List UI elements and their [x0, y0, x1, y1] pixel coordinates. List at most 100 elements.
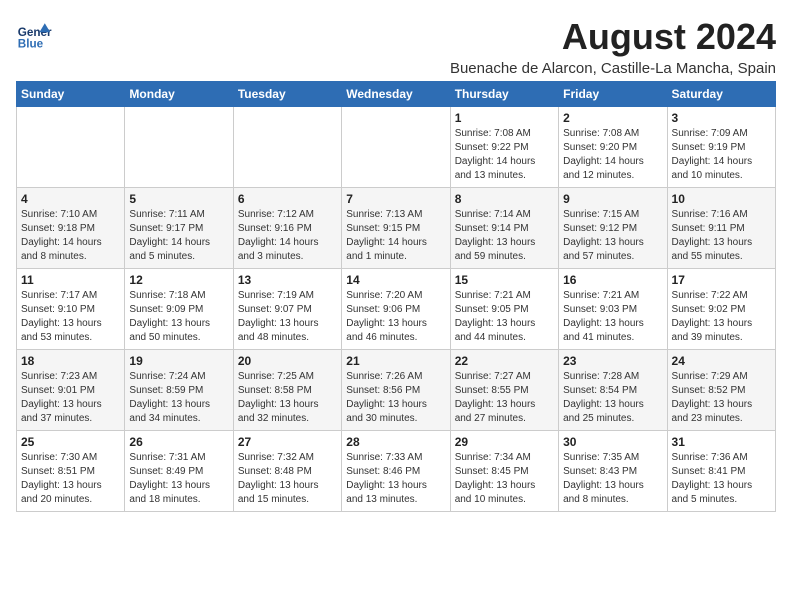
day-number: 18	[21, 354, 120, 368]
calendar-day-10: 10 Sunrise: 7:16 AMSunset: 9:11 PMDayligh…	[667, 188, 775, 269]
day-number: 12	[129, 273, 228, 287]
day-info: Sunrise: 7:36 AMSunset: 8:41 PMDaylight:…	[672, 451, 771, 507]
calendar-day-3: 3 Sunrise: 7:09 AMSunset: 9:19 PMDaylight…	[667, 107, 775, 188]
calendar-day-1: 1 Sunrise: 7:08 AMSunset: 9:22 PMDaylight…	[450, 107, 558, 188]
day-info: Sunrise: 7:08 AMSunset: 9:20 PMDaylight:…	[563, 127, 662, 183]
day-info: Sunrise: 7:34 AMSunset: 8:45 PMDaylight:…	[455, 451, 554, 507]
calendar-day-27: 27 Sunrise: 7:32 AMSunset: 8:48 PMDayligh…	[233, 431, 341, 512]
day-info: Sunrise: 7:26 AMSunset: 8:56 PMDaylight:…	[346, 370, 445, 426]
calendar-day-28: 28 Sunrise: 7:33 AMSunset: 8:46 PMDayligh…	[342, 431, 450, 512]
day-info: Sunrise: 7:27 AMSunset: 8:55 PMDaylight:…	[455, 370, 554, 426]
day-number: 2	[563, 111, 662, 125]
calendar-empty-cell	[17, 107, 125, 188]
page-header: General Blue August 2024 Buenache de Ala…	[16, 16, 776, 77]
weekday-header-friday: Friday	[559, 82, 667, 107]
day-number: 3	[672, 111, 771, 125]
day-number: 13	[238, 273, 337, 287]
day-info: Sunrise: 7:13 AMSunset: 9:15 PMDaylight:…	[346, 208, 445, 264]
weekday-header-sunday: Sunday	[17, 82, 125, 107]
calendar-week-row: 11Sunrise: 7:17 AMSunset: 9:10 PMDayligh…	[17, 269, 776, 350]
day-info: Sunrise: 7:18 AMSunset: 9:09 PMDaylight:…	[129, 289, 228, 345]
weekday-header-tuesday: Tuesday	[233, 82, 341, 107]
calendar-day-30: 30Sunrise: 7:35 AMSunset: 8:43 PMDayligh…	[559, 431, 667, 512]
day-info: Sunrise: 7:24 AMSunset: 8:59 PMDaylight:…	[129, 370, 228, 426]
day-info: Sunrise: 7:20 AMSunset: 9:06 PMDaylight:…	[346, 289, 445, 345]
day-number: 21	[346, 354, 445, 368]
calendar-day-13: 13 Sunrise: 7:19 AMSunset: 9:07 PMDayligh…	[233, 269, 341, 350]
calendar-day-20: 20 Sunrise: 7:25 AMSunset: 8:58 PMDayligh…	[233, 350, 341, 431]
day-number: 26	[129, 435, 228, 449]
day-info: Sunrise: 7:29 AMSunset: 8:52 PMDaylight:…	[672, 370, 771, 426]
day-number: 14	[346, 273, 445, 287]
location-subtitle: Buenache de Alarcon, Castille-La Mancha,…	[450, 60, 776, 77]
day-number: 27	[238, 435, 337, 449]
calendar-week-row: 4 Sunrise: 7:10 AMSunset: 9:18 PMDaylight…	[17, 188, 776, 269]
calendar-day-5: 5 Sunrise: 7:11 AMSunset: 9:17 PMDaylight…	[125, 188, 233, 269]
calendar-table: SundayMondayTuesdayWednesdayThursdayFrid…	[16, 81, 776, 512]
day-number: 7	[346, 192, 445, 206]
day-number: 1	[455, 111, 554, 125]
calendar-day-19: 19Sunrise: 7:24 AMSunset: 8:59 PMDayligh…	[125, 350, 233, 431]
calendar-day-4: 4 Sunrise: 7:10 AMSunset: 9:18 PMDaylight…	[17, 188, 125, 269]
calendar-day-18: 18 Sunrise: 7:23 AMSunset: 9:01 PMDayligh…	[17, 350, 125, 431]
month-title: August 2024	[450, 16, 776, 58]
calendar-day-31: 31 Sunrise: 7:36 AMSunset: 8:41 PMDayligh…	[667, 431, 775, 512]
day-number: 8	[455, 192, 554, 206]
day-info: Sunrise: 7:17 AMSunset: 9:10 PMDaylight:…	[21, 289, 120, 345]
day-number: 20	[238, 354, 337, 368]
calendar-day-22: 22 Sunrise: 7:27 AMSunset: 8:55 PMDayligh…	[450, 350, 558, 431]
calendar-day-12: 12 Sunrise: 7:18 AMSunset: 9:09 PMDayligh…	[125, 269, 233, 350]
day-info: Sunrise: 7:11 AMSunset: 9:17 PMDaylight:…	[129, 208, 228, 264]
day-number: 4	[21, 192, 120, 206]
logo-icon: General Blue	[16, 16, 52, 52]
calendar-day-8: 8Sunrise: 7:14 AMSunset: 9:14 PMDaylight…	[450, 188, 558, 269]
calendar-day-21: 21 Sunrise: 7:26 AMSunset: 8:56 PMDayligh…	[342, 350, 450, 431]
day-number: 17	[672, 273, 771, 287]
day-info: Sunrise: 7:23 AMSunset: 9:01 PMDaylight:…	[21, 370, 120, 426]
calendar-week-row: 18 Sunrise: 7:23 AMSunset: 9:01 PMDayligh…	[17, 350, 776, 431]
calendar-day-23: 23Sunrise: 7:28 AMSunset: 8:54 PMDayligh…	[559, 350, 667, 431]
title-block: August 2024 Buenache de Alarcon, Castill…	[450, 16, 776, 77]
calendar-day-24: 24 Sunrise: 7:29 AMSunset: 8:52 PMDayligh…	[667, 350, 775, 431]
day-info: Sunrise: 7:10 AMSunset: 9:18 PMDaylight:…	[21, 208, 120, 264]
svg-text:Blue: Blue	[18, 38, 44, 51]
calendar-empty-cell	[233, 107, 341, 188]
calendar-day-11: 11Sunrise: 7:17 AMSunset: 9:10 PMDayligh…	[17, 269, 125, 350]
calendar-day-14: 14 Sunrise: 7:20 AMSunset: 9:06 PMDayligh…	[342, 269, 450, 350]
day-number: 6	[238, 192, 337, 206]
day-number: 23	[563, 354, 662, 368]
calendar-day-29: 29 Sunrise: 7:34 AMSunset: 8:45 PMDayligh…	[450, 431, 558, 512]
day-number: 29	[455, 435, 554, 449]
day-number: 10	[672, 192, 771, 206]
weekday-header-monday: Monday	[125, 82, 233, 107]
calendar-week-row: 25Sunrise: 7:30 AMSunset: 8:51 PMDayligh…	[17, 431, 776, 512]
calendar-day-15: 15 Sunrise: 7:21 AMSunset: 9:05 PMDayligh…	[450, 269, 558, 350]
day-info: Sunrise: 7:35 AMSunset: 8:43 PMDaylight:…	[563, 451, 662, 507]
day-number: 28	[346, 435, 445, 449]
day-number: 31	[672, 435, 771, 449]
day-info: Sunrise: 7:19 AMSunset: 9:07 PMDaylight:…	[238, 289, 337, 345]
day-number: 24	[672, 354, 771, 368]
day-info: Sunrise: 7:16 AMSunset: 9:11 PMDaylight:…	[672, 208, 771, 264]
day-number: 16	[563, 273, 662, 287]
weekday-header-thursday: Thursday	[450, 82, 558, 107]
day-info: Sunrise: 7:31 AMSunset: 8:49 PMDaylight:…	[129, 451, 228, 507]
day-info: Sunrise: 7:33 AMSunset: 8:46 PMDaylight:…	[346, 451, 445, 507]
day-info: Sunrise: 7:08 AMSunset: 9:22 PMDaylight:…	[455, 127, 554, 183]
day-info: Sunrise: 7:21 AMSunset: 9:05 PMDaylight:…	[455, 289, 554, 345]
calendar-day-25: 25Sunrise: 7:30 AMSunset: 8:51 PMDayligh…	[17, 431, 125, 512]
day-info: Sunrise: 7:32 AMSunset: 8:48 PMDaylight:…	[238, 451, 337, 507]
calendar-day-6: 6 Sunrise: 7:12 AMSunset: 9:16 PMDaylight…	[233, 188, 341, 269]
day-info: Sunrise: 7:22 AMSunset: 9:02 PMDaylight:…	[672, 289, 771, 345]
day-info: Sunrise: 7:25 AMSunset: 8:58 PMDaylight:…	[238, 370, 337, 426]
day-number: 5	[129, 192, 228, 206]
calendar-week-row: 1 Sunrise: 7:08 AMSunset: 9:22 PMDaylight…	[17, 107, 776, 188]
calendar-day-7: 7 Sunrise: 7:13 AMSunset: 9:15 PMDaylight…	[342, 188, 450, 269]
day-info: Sunrise: 7:21 AMSunset: 9:03 PMDaylight:…	[563, 289, 662, 345]
day-number: 22	[455, 354, 554, 368]
day-number: 9	[563, 192, 662, 206]
day-number: 15	[455, 273, 554, 287]
day-info: Sunrise: 7:09 AMSunset: 9:19 PMDaylight:…	[672, 127, 771, 183]
calendar-day-9: 9Sunrise: 7:15 AMSunset: 9:12 PMDaylight…	[559, 188, 667, 269]
day-info: Sunrise: 7:12 AMSunset: 9:16 PMDaylight:…	[238, 208, 337, 264]
